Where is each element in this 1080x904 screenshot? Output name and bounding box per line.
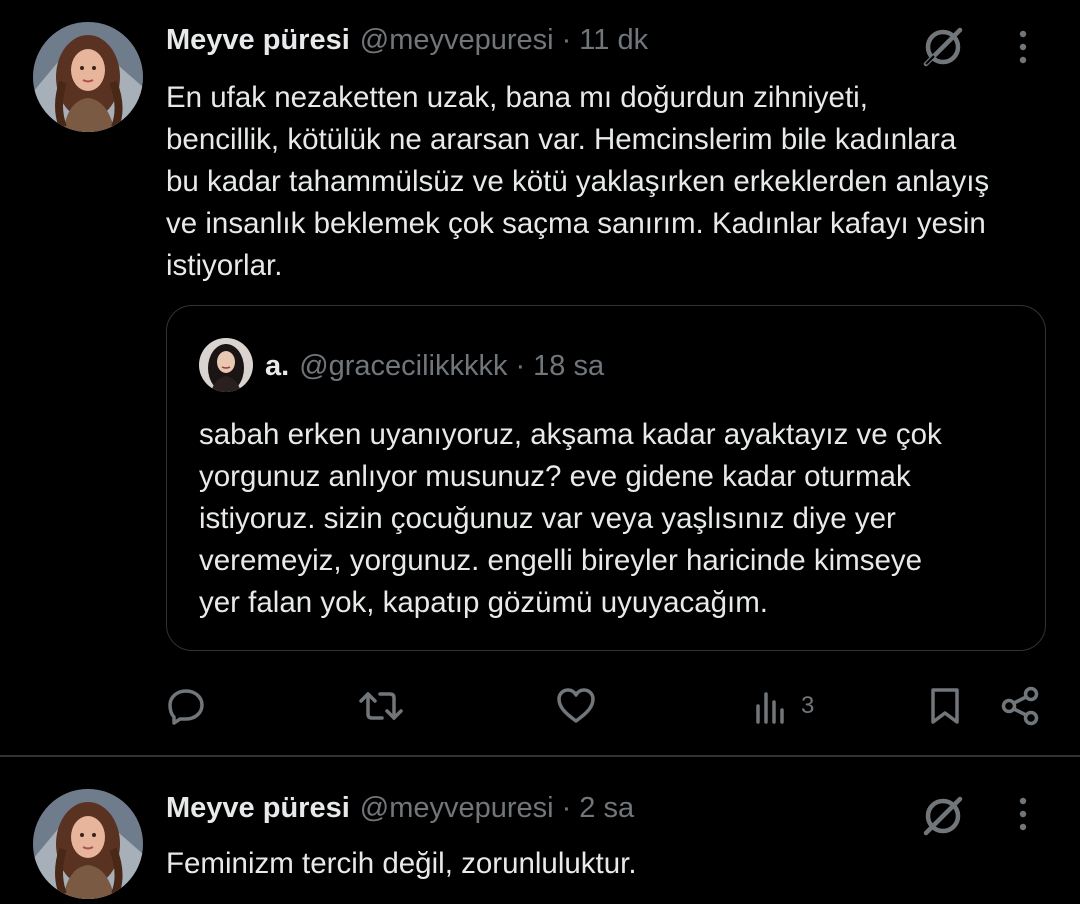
more-options-icon[interactable] [1008, 22, 1038, 72]
grok-icon[interactable] [918, 22, 968, 72]
quoted-post-text: sabah erken uyanıyoruz, akşama kadar aya… [199, 418, 942, 619]
views-button[interactable]: 3 [753, 680, 814, 732]
author-name[interactable]: Meyve püresi [166, 792, 350, 825]
quoted-separator-dot: · [515, 349, 526, 382]
quoted-post-time: 18 sa [533, 349, 605, 382]
post-1[interactable]: Meyve püresi @meyvepuresi · 11 dk En ufa… [0, 0, 1080, 755]
like-button[interactable] [555, 680, 597, 732]
more-options-icon[interactable] [1008, 789, 1038, 839]
views-icon [756, 692, 784, 724]
separator-dot: · [561, 791, 572, 824]
quoted-avatar[interactable] [199, 338, 253, 392]
avatar[interactable] [33, 22, 143, 132]
reply-button[interactable] [166, 680, 206, 732]
author-handle[interactable]: @meyvepuresi [360, 24, 554, 57]
author-handle[interactable]: @meyvepuresi [360, 792, 554, 825]
post-header: Meyve püresi @meyvepuresi · 11 dk [166, 20, 648, 60]
action-bar: 3 [160, 680, 1050, 732]
avatar[interactable] [33, 789, 143, 899]
post-text: En ufak nezaketten uzak, bana mı doğurdu… [166, 81, 990, 282]
grok-icon[interactable] [918, 791, 968, 841]
share-icon [1001, 686, 1039, 726]
retweet-icon [359, 692, 403, 720]
retweet-button[interactable] [358, 680, 404, 732]
author-name[interactable]: Meyve püresi [166, 24, 350, 57]
post-header: Meyve püresi @meyvepuresi · 2 sa [166, 788, 634, 828]
reply-icon [168, 689, 204, 725]
quoted-header: a. @gracecilikkkkk · 18 sa [265, 346, 604, 386]
post-2[interactable]: Meyve püresi @meyvepuresi · 2 sa Feminiz… [0, 757, 1080, 904]
separator-dot: · [561, 23, 572, 56]
views-count: 3 [801, 692, 815, 719]
post-time[interactable]: 11 dk [579, 24, 648, 57]
heart-icon [557, 688, 595, 723]
quoted-author-name[interactable]: a. [265, 350, 289, 383]
post-time[interactable]: 2 sa [579, 792, 634, 825]
quoted-author-handle[interactable]: @gracecilikkkkk [299, 350, 507, 383]
share-button[interactable] [1000, 680, 1042, 732]
bookmark-button[interactable] [925, 680, 965, 732]
post-text: Feminizm tercih değil, zorunluluktur. [166, 847, 637, 880]
bookmark-icon [931, 688, 959, 724]
quoted-post[interactable]: a. @gracecilikkkkk · 18 sa sabah erken u… [166, 305, 1046, 651]
